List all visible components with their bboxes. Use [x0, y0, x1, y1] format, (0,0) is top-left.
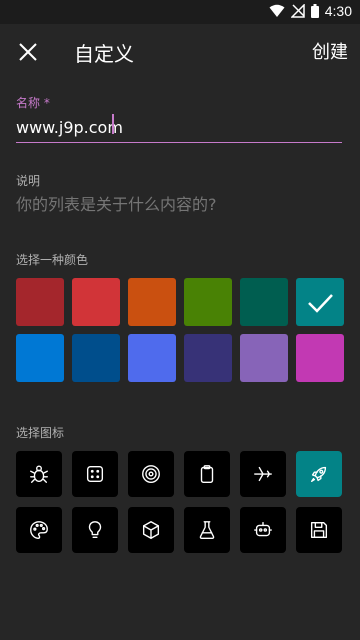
robot-icon: [254, 521, 272, 537]
icon-section-label: 选择图标: [16, 426, 65, 440]
no-signal-icon: [290, 4, 305, 18]
close-icon[interactable]: [16, 40, 40, 64]
cube-icon: [142, 521, 160, 539]
icon-option[interactable]: [128, 451, 174, 497]
create-button[interactable]: 创建: [312, 38, 348, 64]
color-swatch[interactable]: [240, 278, 288, 326]
icon-option[interactable]: [296, 507, 342, 553]
lightbulb-icon: [88, 521, 102, 539]
icon-option[interactable]: [296, 451, 342, 497]
status-bar: 4:30: [0, 0, 360, 24]
color-swatch[interactable]: [184, 278, 232, 326]
dice-icon: [86, 465, 104, 483]
battery-icon: [310, 4, 319, 18]
name-label: 名称 *: [16, 96, 50, 110]
description-input[interactable]: [16, 190, 342, 218]
color-swatch[interactable]: [72, 334, 120, 382]
color-swatch[interactable]: [296, 334, 344, 382]
wifi-icon: [269, 4, 285, 17]
target-icon: [142, 465, 160, 483]
icon-option[interactable]: [240, 507, 286, 553]
icon-option[interactable]: [184, 507, 230, 553]
checkmark-icon: [308, 294, 333, 313]
app-bar: 自定义 创建: [0, 24, 360, 80]
palette-icon: [30, 521, 48, 539]
color-swatch[interactable]: [16, 334, 64, 382]
color-swatch[interactable]: [240, 334, 288, 382]
description-label: 说明: [16, 174, 41, 188]
color-swatch[interactable]: [72, 278, 120, 326]
bug-icon: [30, 465, 48, 483]
flask-icon: [199, 521, 215, 539]
icon-option[interactable]: [72, 507, 118, 553]
airplane-icon: [254, 466, 272, 482]
text-cursor: [112, 114, 114, 134]
clipboard-icon: [200, 465, 214, 483]
status-time: 4:30: [324, 3, 352, 19]
name-input[interactable]: [16, 112, 342, 143]
page-title: 自定义: [74, 42, 134, 66]
color-swatch[interactable]: [184, 334, 232, 382]
icon-option[interactable]: [72, 451, 118, 497]
icon-option[interactable]: [240, 451, 286, 497]
color-swatch[interactable]: [128, 334, 176, 382]
color-swatch[interactable]: [16, 278, 64, 326]
icon-option[interactable]: [16, 451, 62, 497]
icon-option[interactable]: [128, 507, 174, 553]
color-section-label: 选择一种颜色: [16, 253, 89, 267]
rocket-icon: [310, 466, 327, 483]
icon-option[interactable]: [184, 451, 230, 497]
color-swatch[interactable]: [128, 278, 176, 326]
color-swatch[interactable]: [296, 278, 344, 326]
icon-option[interactable]: [16, 507, 62, 553]
floppy-disk-icon: [310, 521, 328, 539]
